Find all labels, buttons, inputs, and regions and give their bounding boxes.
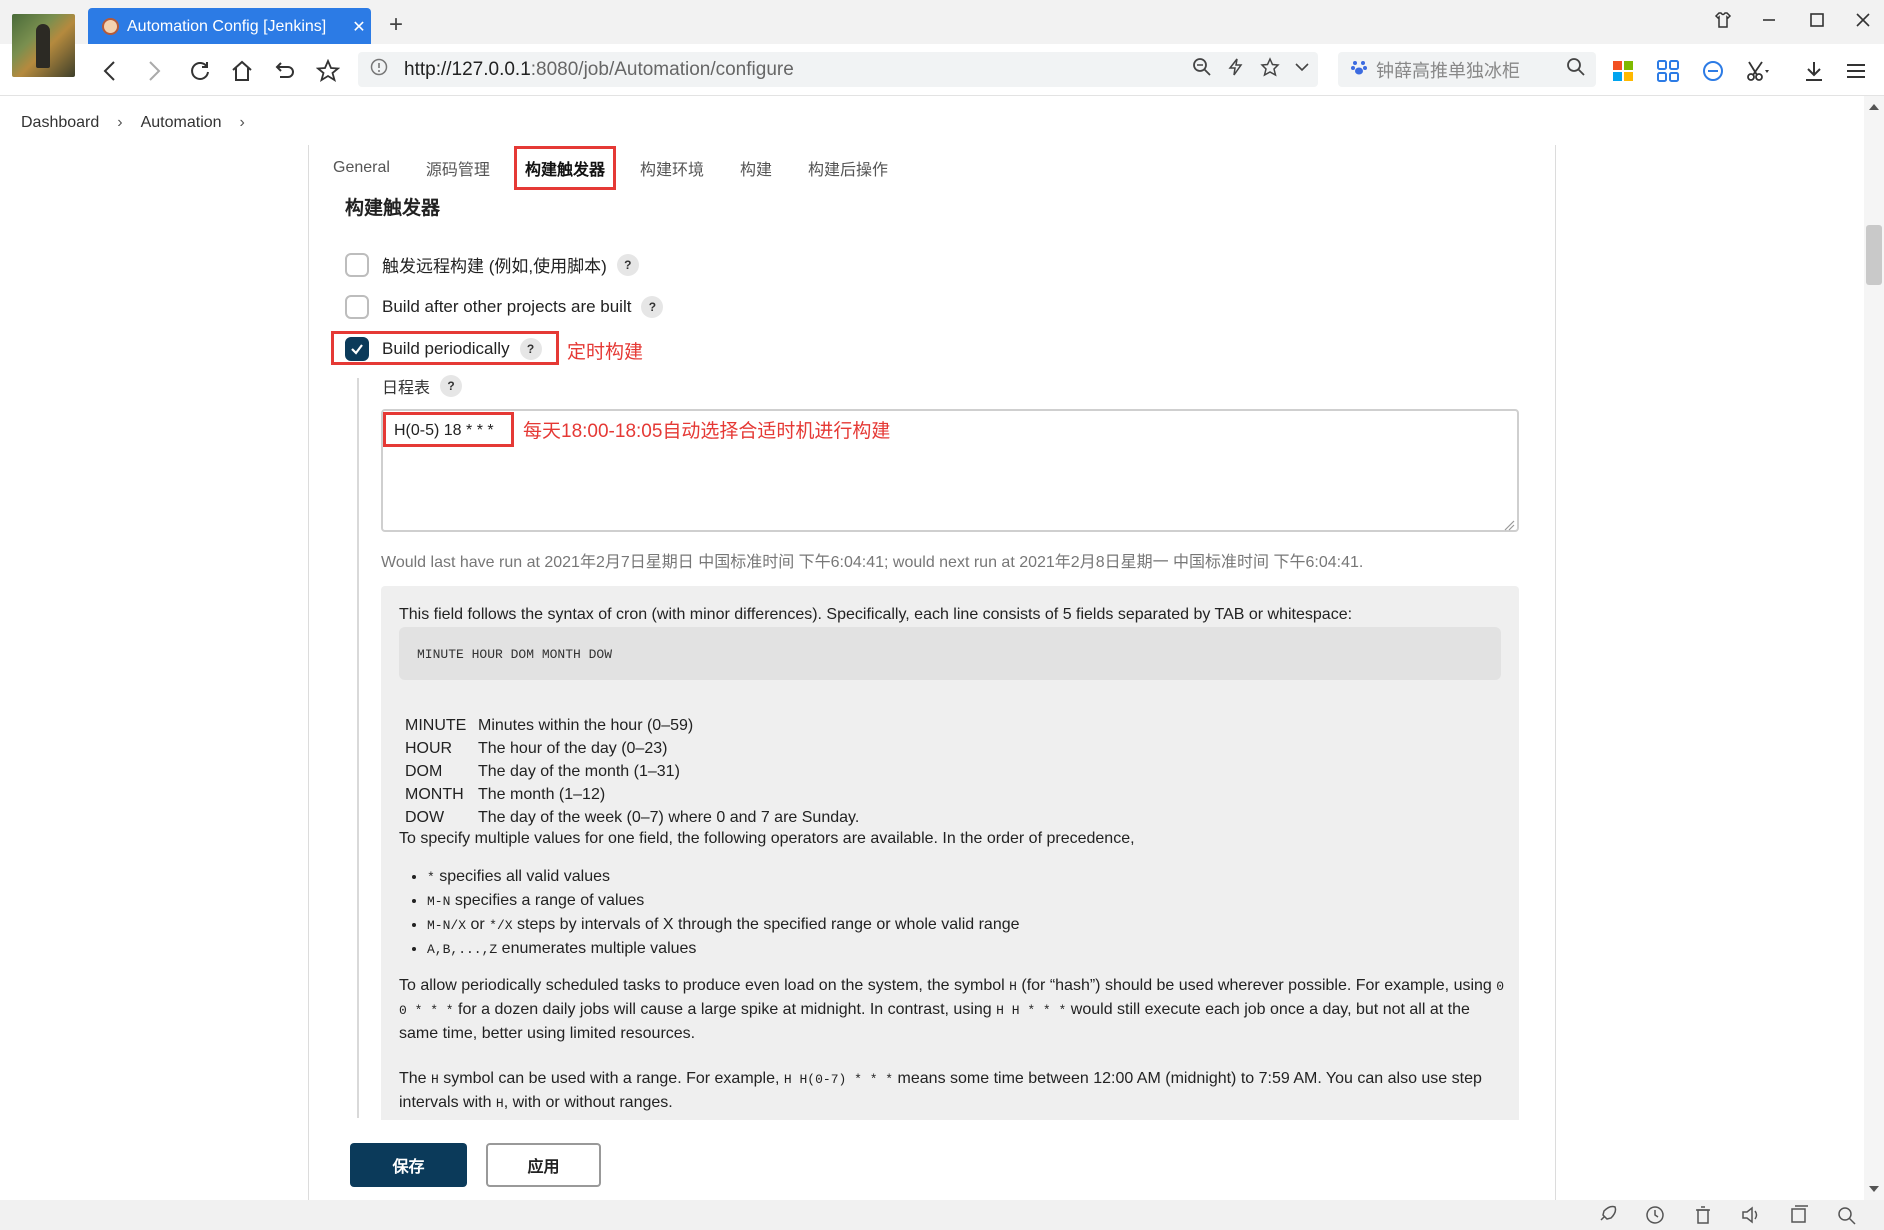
new-tab-button[interactable]: + xyxy=(383,12,409,38)
clock-icon[interactable] xyxy=(1644,1205,1666,1225)
lightning-icon[interactable] xyxy=(1226,57,1246,83)
annotation-periodic: 定时构建 xyxy=(567,342,644,363)
minimize-icon[interactable] xyxy=(1754,10,1784,34)
zoom-icon[interactable] xyxy=(1192,57,1212,83)
trigger-remote-row: 触发远程构建 (例如,使用脚本) ? xyxy=(345,252,639,277)
schedule-value[interactable]: H(0-5) 18 * * * xyxy=(383,412,514,447)
list-item: M-N/X or */X steps by intervals of X thr… xyxy=(427,913,1020,937)
apps-grid-icon[interactable] xyxy=(1609,57,1637,85)
chevron-down-icon[interactable] xyxy=(1294,59,1310,81)
maximize-icon[interactable] xyxy=(1802,10,1832,34)
url-text: http://127.0.0.1:8080/job/Automation/con… xyxy=(404,58,794,80)
search-placeholder: 钟薛高推单独冰柜 xyxy=(1376,60,1520,81)
translate-icon[interactable] xyxy=(1699,57,1727,85)
field-row: DOM The day of the month (1–31) xyxy=(405,763,680,780)
trigger-after-projects-label[interactable]: Build after other projects are built xyxy=(382,297,631,317)
close-window-icon[interactable] xyxy=(1848,10,1878,34)
back-icon[interactable] xyxy=(95,56,125,86)
home-icon[interactable] xyxy=(227,56,257,86)
trash-icon[interactable] xyxy=(1692,1205,1714,1225)
periodic-highlight-box xyxy=(331,331,559,365)
annotation-schedule: 每天18:00-18:05自动选择合适时机进行构建 xyxy=(523,421,891,442)
field-row: DOW The day of the week (0–7) where 0 and… xyxy=(405,809,860,826)
download-icon[interactable] xyxy=(1800,57,1828,85)
scroll-down-icon xyxy=(1869,1186,1879,1192)
browser-tab-title: Automation Config [Jenkins] xyxy=(127,17,327,35)
scrollbar-thumb[interactable] xyxy=(1866,225,1882,285)
schedule-run-info: Would last have run at 2021年2月7日星期日 中国标准… xyxy=(381,554,1364,571)
tab-build-triggers[interactable]: 构建触发器 xyxy=(513,146,616,190)
help-intro: This field follows the syntax of cron (w… xyxy=(399,606,1353,623)
list-item: M-N specifies a range of values xyxy=(427,889,1020,913)
tab-build-environment[interactable]: 构建环境 xyxy=(640,156,704,180)
bookmark-star-icon[interactable] xyxy=(313,56,343,86)
cron-help-panel: This field follows the syntax of cron (w… xyxy=(381,586,1519,1126)
tab-post-build[interactable]: 构建后操作 xyxy=(808,156,888,180)
scroll-up-icon xyxy=(1869,104,1879,110)
baidu-paw-icon xyxy=(1350,58,1368,81)
operators-intro: To specify multiple values for one field… xyxy=(399,830,1135,847)
forward-icon[interactable] xyxy=(139,56,169,86)
jenkins-favicon-icon xyxy=(102,18,119,35)
breadcrumb-separator[interactable]: › xyxy=(240,114,245,132)
search-input[interactable]: 钟薛高推单独冰柜 xyxy=(1338,52,1596,87)
close-tab-icon[interactable]: ✕ xyxy=(347,17,371,37)
resize-grip-icon[interactable] xyxy=(1503,518,1515,531)
volume-icon[interactable] xyxy=(1740,1205,1762,1225)
trigger-after-projects-checkbox[interactable] xyxy=(345,295,369,319)
menu-icon[interactable] xyxy=(1842,57,1870,85)
user-avatar[interactable] xyxy=(12,14,75,77)
wardrobe-icon[interactable] xyxy=(1708,10,1738,34)
tab-build[interactable]: 构建 xyxy=(740,156,772,180)
breadcrumb-dashboard[interactable]: Dashboard xyxy=(21,114,99,132)
help-icon[interactable]: ? xyxy=(616,253,639,276)
list-item: A,B,...,Z enumerates multiple values xyxy=(427,937,1020,961)
tab-source-management[interactable]: 源码管理 xyxy=(426,156,490,180)
help-icon[interactable]: ? xyxy=(641,296,664,318)
rocket-icon[interactable] xyxy=(1596,1205,1618,1225)
zoom-status-icon[interactable] xyxy=(1836,1205,1858,1225)
schedule-label: 日程表 ? xyxy=(382,374,463,398)
save-button[interactable]: 保存 xyxy=(350,1143,467,1187)
trigger-remote-checkbox[interactable] xyxy=(345,252,369,277)
breadcrumb: Dashboard › Automation › xyxy=(0,98,1860,148)
browser-tab-bar: Automation Config [Jenkins] ✕ + xyxy=(0,0,1884,45)
tab-general[interactable]: General xyxy=(333,159,390,177)
reload-icon[interactable] xyxy=(185,56,215,86)
cron-syntax-code: MINUTE HOUR DOM MONTH DOW xyxy=(399,627,1501,680)
nested-indent-line xyxy=(357,378,359,1118)
breadcrumb-automation[interactable]: Automation xyxy=(141,114,222,132)
qr-code-icon[interactable] xyxy=(1654,57,1682,85)
field-row: MINUTE Minutes within the hour (0–59) xyxy=(405,717,694,734)
breadcrumb-separator: › xyxy=(117,114,123,131)
undo-close-icon[interactable] xyxy=(269,56,299,86)
window-icon[interactable] xyxy=(1788,1205,1810,1225)
browser-nav-bar: http://127.0.0.1:8080/job/Automation/con… xyxy=(0,44,1884,96)
address-bar[interactable]: http://127.0.0.1:8080/job/Automation/con… xyxy=(358,52,1318,87)
trigger-after-projects-row: Build after other projects are built ? xyxy=(345,295,664,319)
field-row: MONTH The month (1–12) xyxy=(405,786,606,803)
site-info-icon[interactable] xyxy=(370,58,392,82)
browser-tab-active[interactable]: Automation Config [Jenkins] ✕ xyxy=(88,8,371,45)
help-icon[interactable]: ? xyxy=(440,375,463,397)
screenshot-scissors-icon[interactable] xyxy=(1743,57,1771,85)
section-title: 构建触发器 xyxy=(345,198,441,219)
operators-list: * specifies all valid values M-N specifi… xyxy=(427,865,1020,961)
apply-button[interactable]: 应用 xyxy=(486,1143,601,1187)
field-row: HOUR The hour of the day (0–23) xyxy=(405,740,668,757)
search-icon[interactable] xyxy=(1566,57,1586,82)
config-tabs: General 源码管理 构建触发器 构建环境 构建 构建后操作 xyxy=(309,145,1555,191)
cron-fields-table: MINUTE Minutes within the hour (0–59) HOU… xyxy=(405,714,859,829)
trigger-remote-label[interactable]: 触发远程构建 (例如,使用脚本) xyxy=(382,252,607,277)
hash-paragraph: To allow periodically scheduled tasks to… xyxy=(399,977,1505,1042)
favorite-star-icon[interactable] xyxy=(1260,56,1280,83)
range-paragraph: The H symbol can be used with a range. F… xyxy=(399,1070,1482,1111)
list-item: * specifies all valid values xyxy=(427,865,1020,889)
